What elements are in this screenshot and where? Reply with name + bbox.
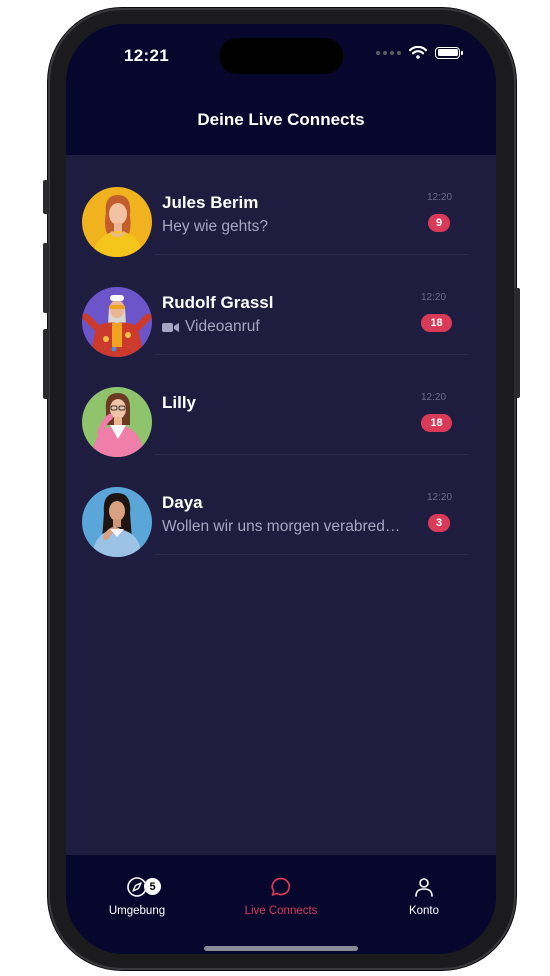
chat-bubble-icon xyxy=(271,877,291,896)
avatar xyxy=(82,287,152,357)
app-screen: 12:21 Deine Live Connects Jules Berim He… xyxy=(66,24,496,954)
chat-list: Jules Berim Hey wie gehts? 12:20 9 Rudol… xyxy=(66,155,496,855)
message-preview: Videoanruf xyxy=(162,318,260,336)
message-preview-text: Hey wie gehts? xyxy=(162,218,268,235)
dynamic-island xyxy=(219,38,343,74)
contact-name: Daya xyxy=(162,493,203,512)
message-time: 12:20 xyxy=(421,392,447,403)
wifi-icon xyxy=(409,46,427,59)
volume-down-button xyxy=(43,329,49,399)
tab-badge: 5 xyxy=(144,878,161,895)
avatar xyxy=(82,187,152,257)
tab-label: Konto xyxy=(408,905,440,917)
action-button xyxy=(43,180,49,214)
video-camera-icon xyxy=(162,322,179,332)
avatar xyxy=(82,387,152,457)
message-preview: Hey wie gehts? xyxy=(162,218,268,236)
chat-row[interactable]: Jules Berim Hey wie gehts? 12:20 9 xyxy=(66,155,496,257)
chat-row[interactable]: Lilly 12:20 18 xyxy=(66,355,496,457)
chat-row[interactable]: Daya Wollen wir uns morgen verabred… 12:… xyxy=(66,455,496,557)
row-separator xyxy=(155,554,468,555)
cellular-signal-icon xyxy=(376,50,401,55)
status-icons xyxy=(376,46,463,59)
volume-up-button xyxy=(43,243,49,313)
message-time: 12:20 xyxy=(427,492,453,503)
unread-badge: 18 xyxy=(421,414,452,432)
message-preview-text: Videoanruf xyxy=(185,318,260,335)
contact-name: Jules Berim xyxy=(162,193,259,212)
home-indicator[interactable] xyxy=(204,946,358,951)
unread-badge: 18 xyxy=(421,314,452,332)
tab-bar: 5 Umgebung Live Connects Konto xyxy=(66,855,496,954)
avatar xyxy=(82,487,152,557)
message-preview: Wollen wir uns morgen verabred… xyxy=(162,518,400,536)
tab-umgebung[interactable]: 5 Umgebung xyxy=(102,875,172,917)
contact-name: Rudolf Grassl xyxy=(162,293,274,312)
tab-label: Umgebung xyxy=(108,905,166,917)
tab-live-connects[interactable]: Live Connects xyxy=(236,875,326,917)
tab-label: Live Connects xyxy=(244,905,318,917)
message-time: 12:20 xyxy=(427,192,453,203)
battery-icon xyxy=(435,46,463,59)
power-button xyxy=(514,288,520,398)
unread-badge: 3 xyxy=(428,514,450,532)
unread-badge: 9 xyxy=(428,214,450,232)
tab-konto[interactable]: Konto xyxy=(390,875,458,917)
message-time: 12:20 xyxy=(421,292,447,303)
contact-name: Lilly xyxy=(162,393,197,412)
person-icon xyxy=(415,878,433,897)
message-preview-text: Wollen wir uns morgen verabred… xyxy=(162,518,401,535)
page-title: Deine Live Connects xyxy=(197,110,365,129)
status-time: 12:21 xyxy=(124,46,169,65)
chat-row[interactable]: Rudolf Grassl Videoanruf 12:20 18 xyxy=(66,255,496,357)
